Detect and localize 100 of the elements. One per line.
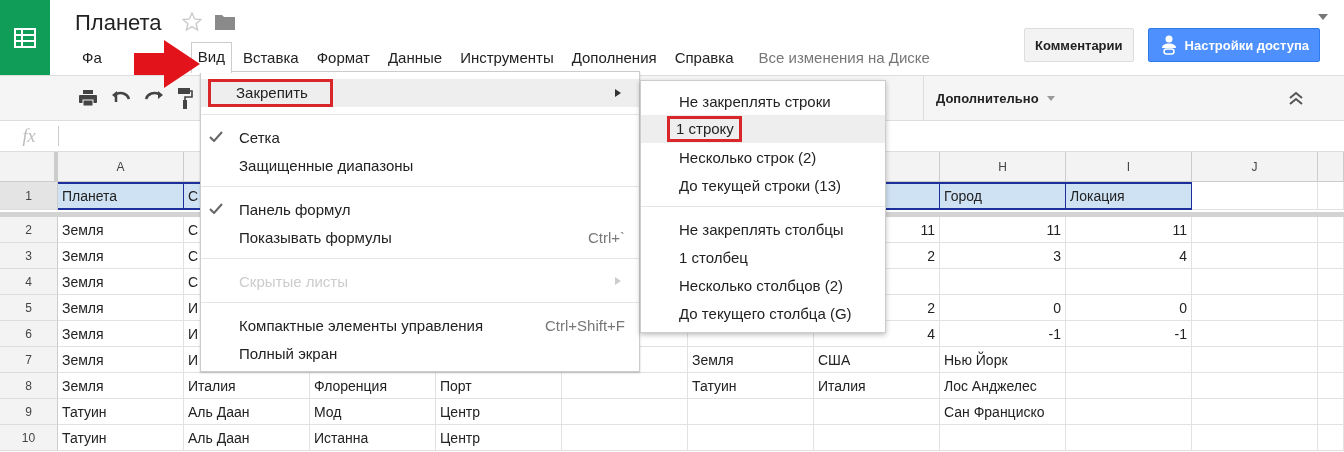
more-menu[interactable]: Дополнительно bbox=[936, 90, 1055, 106]
table-cell: 0 bbox=[940, 295, 1066, 321]
star-icon[interactable] bbox=[181, 11, 202, 32]
menu-item[interactable]: Фа bbox=[75, 43, 109, 72]
menu-item[interactable]: Инструменты bbox=[453, 43, 561, 72]
table-cell: Аль Даан bbox=[184, 425, 310, 451]
table-cell: США bbox=[814, 347, 940, 373]
row-header[interactable]: 10 bbox=[0, 425, 58, 451]
table-cell: Нью Йорк bbox=[940, 347, 1066, 373]
menu-item[interactable]: Дополнения bbox=[564, 43, 664, 72]
shortcut-text: Ctrl+Shift+F bbox=[544, 316, 626, 334]
menu-item[interactable]: Справка bbox=[667, 43, 741, 72]
table-cell: Лос Анджелес bbox=[940, 373, 1066, 399]
table-cell: Порт bbox=[436, 373, 562, 399]
table-cell: 11 bbox=[1066, 217, 1192, 243]
empty-cell bbox=[1318, 217, 1344, 243]
empty-cell bbox=[1318, 399, 1344, 425]
menu-item[interactable]: Несколько строк (2) bbox=[641, 143, 885, 171]
undo-icon[interactable] bbox=[111, 91, 131, 105]
submenu-arrow-icon bbox=[615, 277, 621, 285]
row-header[interactable]: 9 bbox=[0, 399, 58, 425]
folder-icon[interactable] bbox=[213, 12, 236, 31]
table-cell: Центр bbox=[436, 425, 562, 451]
table-cell: Истанна bbox=[310, 425, 436, 451]
table-cell: 3 bbox=[940, 243, 1066, 269]
save-status: Все изменения на Диске bbox=[758, 49, 930, 66]
table-cell: Татуин bbox=[58, 399, 184, 425]
column-header[interactable]: A bbox=[58, 152, 184, 182]
table-cell: -1 bbox=[940, 321, 1066, 347]
row-header[interactable]: 4 bbox=[0, 269, 58, 295]
column-header[interactable]: H bbox=[940, 152, 1066, 182]
grid-icon bbox=[13, 25, 37, 50]
highlighted-label: 1 строку bbox=[667, 116, 742, 142]
table-cell: Земля bbox=[58, 295, 184, 321]
row-header[interactable]: 3 bbox=[0, 243, 58, 269]
table-cell: Земля bbox=[58, 321, 184, 347]
submenu-arrow-icon bbox=[615, 89, 621, 97]
table-cell: 4 bbox=[1066, 243, 1192, 269]
menu-item[interactable]: Сетка bbox=[201, 123, 639, 151]
table-cell: 11 bbox=[940, 217, 1066, 243]
table-cell: Локация bbox=[1066, 182, 1192, 210]
empty-cell bbox=[1318, 269, 1344, 295]
row-header[interactable]: 7 bbox=[0, 347, 58, 373]
table-cell: Татуин bbox=[688, 373, 814, 399]
check-icon bbox=[209, 203, 223, 214]
row-header[interactable]: 2 bbox=[0, 217, 58, 243]
highlighted-label: Закрепить bbox=[208, 79, 333, 107]
menu-item[interactable]: Защищенные диапазоны bbox=[201, 151, 639, 179]
caret-icon bbox=[1046, 95, 1055, 101]
table-cell: Аль Даан bbox=[184, 399, 310, 425]
row-header[interactable]: 8 bbox=[0, 373, 58, 399]
menu-item[interactable]: Вставка bbox=[235, 43, 306, 72]
document-title[interactable]: Планета bbox=[75, 9, 162, 36]
column-header[interactable]: I bbox=[1066, 152, 1192, 182]
empty-cell bbox=[1318, 425, 1344, 451]
table-cell: Земля bbox=[58, 269, 184, 295]
table-cell: Сан Франциско bbox=[940, 399, 1066, 425]
empty-cell bbox=[1318, 347, 1344, 373]
empty-cell bbox=[1318, 243, 1344, 269]
annotation-arrow bbox=[134, 40, 200, 88]
table-cell: Земля bbox=[58, 217, 184, 243]
table-cell: Земля bbox=[688, 347, 814, 373]
table-cell: -1 bbox=[1066, 321, 1192, 347]
table-cell: Земля bbox=[58, 373, 184, 399]
table-cell: 0 bbox=[1066, 295, 1192, 321]
table-cell: Италия bbox=[184, 373, 310, 399]
collapse-icon[interactable] bbox=[1288, 91, 1304, 105]
row-header[interactable]: 5 bbox=[0, 295, 58, 321]
empty-cell bbox=[1318, 373, 1344, 399]
menu-item[interactable]: Формат bbox=[309, 43, 377, 72]
corner-cell[interactable] bbox=[0, 152, 58, 182]
menu-item[interactable]: Данные bbox=[380, 43, 450, 72]
paint-roller-icon[interactable] bbox=[177, 87, 193, 109]
person-icon bbox=[1160, 35, 1177, 55]
empty-cell bbox=[1318, 321, 1344, 347]
sheets-logo[interactable] bbox=[0, 0, 50, 75]
print-icon[interactable] bbox=[78, 89, 98, 107]
table-cell: Флоренция bbox=[310, 373, 436, 399]
table-cell: Италия bbox=[814, 373, 940, 399]
menu-item[interactable]: Не закреплять строки bbox=[641, 87, 885, 115]
row-header[interactable]: 6 bbox=[0, 321, 58, 347]
comments-button[interactable]: Комментарии bbox=[1024, 28, 1134, 62]
table-cell: Планета bbox=[58, 182, 184, 210]
table-cell: Мод bbox=[310, 399, 436, 425]
menu-item[interactable]: Вид bbox=[190, 42, 232, 73]
menu-item[interactable]: 1 строку bbox=[641, 115, 885, 143]
table-cell: Земля bbox=[58, 347, 184, 373]
check-icon bbox=[209, 131, 223, 142]
shortcut-text: Ctrl+` bbox=[587, 228, 626, 246]
formula-label: fx bbox=[21, 125, 37, 147]
caret-icon[interactable] bbox=[1318, 14, 1328, 20]
menu-item[interactable]: До текущей строки (13) bbox=[641, 171, 885, 199]
table-cell: Земля bbox=[58, 243, 184, 269]
column-header[interactable]: J bbox=[1192, 152, 1318, 182]
table-cell: Татуин bbox=[58, 425, 184, 451]
menu-item[interactable]: Закрепить bbox=[201, 79, 639, 107]
row-header[interactable]: 1 bbox=[0, 182, 58, 210]
empty-cell bbox=[1318, 295, 1344, 321]
table-cell: Центр bbox=[436, 399, 562, 425]
table-cell: Город bbox=[940, 182, 1066, 210]
